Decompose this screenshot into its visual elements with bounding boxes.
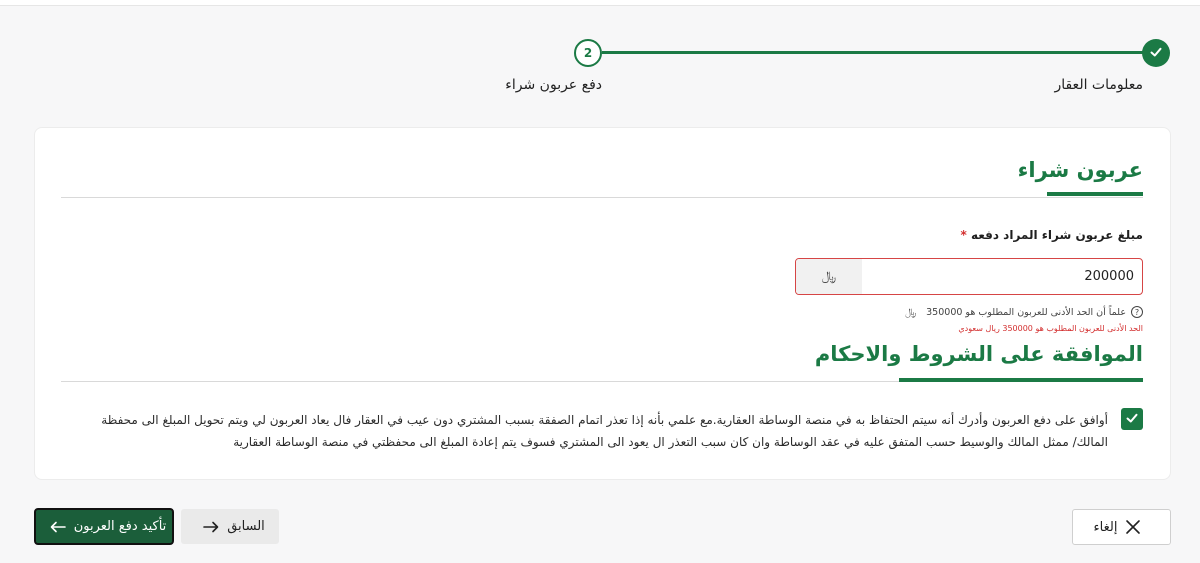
deposit-section-title: عربون شراء xyxy=(1017,158,1143,182)
currency-addon: ﷼ xyxy=(796,259,862,294)
minimum-hint-text: علماً أن الحد الأدنى للعربون المطلوب هو … xyxy=(926,306,1126,318)
amount-input-group: ﷼ xyxy=(795,258,1143,295)
check-icon xyxy=(1125,410,1139,429)
question-circle-icon: ? xyxy=(1131,306,1143,318)
deposit-card: عربون شراء مبلغ عربون شراء المراد دفعه *… xyxy=(34,127,1171,480)
hint-currency-symbol: ﷼ xyxy=(905,306,917,318)
step-2-number: 2 xyxy=(583,46,593,60)
previous-button[interactable]: السابق xyxy=(181,509,279,544)
section-title-underline xyxy=(1047,192,1143,196)
step-1-indicator xyxy=(1142,39,1170,67)
top-bar xyxy=(0,0,1200,6)
minimum-hint: ? علماً أن الحد الأدنى للعربون المطلوب ه… xyxy=(905,306,1143,318)
deposit-amount-input[interactable] xyxy=(862,259,1142,294)
currency-symbol: ﷼ xyxy=(821,269,837,284)
previous-label: السابق xyxy=(227,519,265,534)
amount-field-label: مبلغ عربون شراء المراد دفعه * xyxy=(956,228,1143,242)
stepper-progress-line xyxy=(602,51,1144,54)
arrow-right-icon xyxy=(203,521,219,533)
step-1-label: معلومات العقار xyxy=(1054,77,1143,93)
confirm-deposit-button[interactable]: تأكيد دفع العربون xyxy=(34,508,174,545)
terms-section-title: الموافقة على الشروط والاحكام xyxy=(814,342,1143,366)
amount-error-message: الحد الأدنى للعربون المطلوب هو 350000 ري… xyxy=(958,324,1143,333)
terms-text: أوافق على دفع العربون وأدرك أنه سيتم الح… xyxy=(101,413,1108,449)
terms-checkbox[interactable] xyxy=(1121,408,1143,430)
arrow-left-icon xyxy=(50,521,66,533)
check-icon xyxy=(1149,45,1163,62)
amount-label-text: مبلغ عربون شراء المراد دفعه xyxy=(970,228,1143,242)
required-mark: * xyxy=(960,228,967,242)
step-2-indicator: 2 xyxy=(574,39,602,67)
section-title-underline xyxy=(899,378,1143,382)
cancel-button[interactable]: إلغاء xyxy=(1072,509,1171,545)
cancel-label: إلغاء xyxy=(1093,519,1118,535)
confirm-label: تأكيد دفع العربون xyxy=(73,519,167,534)
close-icon xyxy=(1125,519,1141,535)
step-2-label: دفع عربون شراء xyxy=(505,77,602,93)
section-divider xyxy=(61,197,1143,198)
